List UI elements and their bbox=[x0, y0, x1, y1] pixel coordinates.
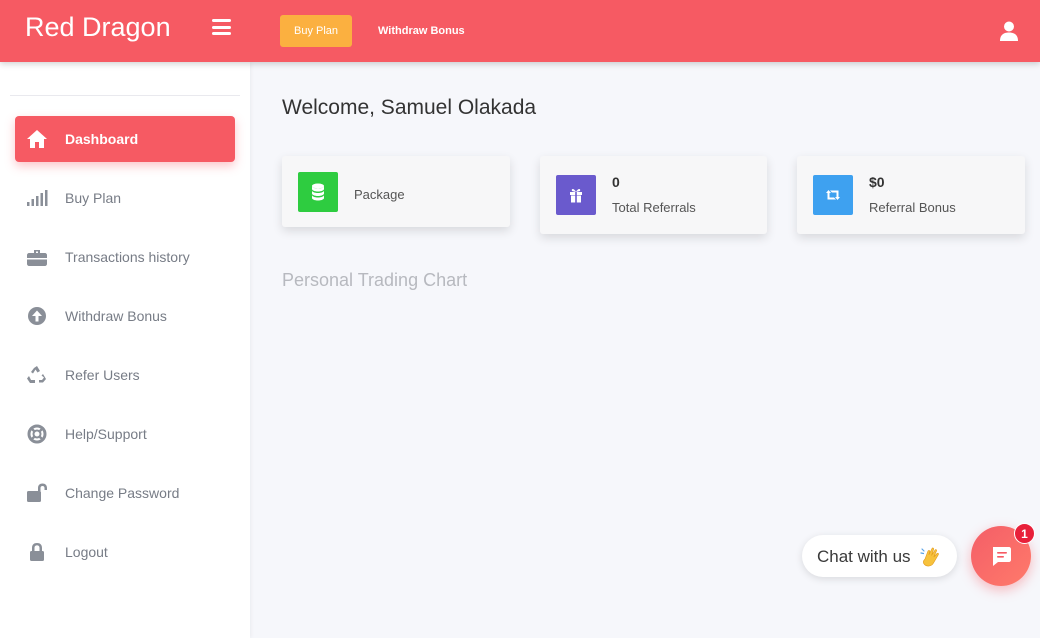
sidebar-divider bbox=[10, 95, 240, 96]
referral-bonus-value: $0 bbox=[869, 174, 885, 190]
coins-icon bbox=[312, 183, 324, 201]
sidebar-item-change-password[interactable]: Change Password bbox=[15, 470, 235, 516]
retweet-icon bbox=[826, 190, 840, 200]
sidebar-item-withdraw-bonus[interactable]: Withdraw Bonus bbox=[15, 293, 235, 339]
sidebar-item-dashboard[interactable]: Dashboard bbox=[15, 116, 235, 162]
user-icon[interactable] bbox=[998, 20, 1020, 42]
chart-section-title: Personal Trading Chart bbox=[282, 270, 468, 290]
brand-logo[interactable]: Red Dragon bbox=[25, 12, 171, 43]
page-title: Welcome, Samuel Olakada bbox=[282, 96, 537, 119]
chat-prompt-text: Chat with us bbox=[817, 547, 911, 566]
top-navbar: Red Dragon Buy Plan Withdraw Bonus bbox=[0, 0, 1040, 62]
sidebar-item-label: Withdraw Bonus bbox=[65, 308, 167, 324]
referral-bonus-caption: Referral Bonus bbox=[869, 200, 956, 215]
sidebar-item-transactions-history[interactable]: Transactions history bbox=[15, 234, 235, 280]
package-card: Package bbox=[282, 156, 510, 227]
sidebar-item-label: Logout bbox=[65, 544, 108, 560]
total-referrals-card: 0 Total Referrals bbox=[540, 156, 767, 234]
signal-bars-icon bbox=[27, 190, 48, 206]
menu-toggle-icon[interactable] bbox=[212, 19, 234, 39]
sidebar-item-label: Buy Plan bbox=[65, 190, 122, 206]
referral-bonus-icon-box bbox=[813, 175, 853, 215]
buy-plan-button[interactable]: Buy Plan bbox=[280, 15, 352, 47]
sidebar: Dashboard Buy Plan Transactions history … bbox=[0, 62, 250, 638]
life-ring-icon bbox=[27, 424, 47, 444]
sidebar-item-label: Transactions history bbox=[65, 249, 190, 265]
home-icon bbox=[27, 130, 47, 148]
unread-badge: 1 bbox=[1014, 523, 1035, 544]
unlock-icon bbox=[27, 483, 47, 502]
recycle-icon bbox=[27, 366, 46, 383]
referral-bonus-card: $0 Referral Bonus bbox=[797, 156, 1025, 234]
sidebar-item-label: Refer Users bbox=[65, 367, 140, 383]
package-icon-box bbox=[298, 172, 338, 212]
sidebar-item-logout[interactable]: Logout bbox=[15, 529, 235, 575]
sidebar-item-label: Help/Support bbox=[65, 426, 147, 442]
sidebar-item-label: Dashboard bbox=[65, 131, 139, 147]
arrow-up-circle-icon bbox=[28, 307, 46, 325]
waving-hand-icon bbox=[920, 547, 939, 567]
total-referrals-value: 0 bbox=[612, 174, 620, 190]
withdraw-bonus-button[interactable]: Withdraw Bonus bbox=[370, 15, 473, 47]
gift-icon bbox=[570, 189, 582, 203]
sidebar-item-buy-plan[interactable]: Buy Plan bbox=[15, 175, 235, 221]
total-referrals-caption: Total Referrals bbox=[612, 200, 696, 215]
referrals-icon-box bbox=[556, 175, 596, 215]
chat-prompt-bubble[interactable]: Chat with us bbox=[802, 535, 957, 577]
sidebar-item-refer-users[interactable]: Refer Users bbox=[15, 352, 235, 398]
sidebar-item-help-support[interactable]: Help/Support bbox=[15, 411, 235, 457]
lock-icon bbox=[30, 543, 44, 561]
package-caption: Package bbox=[354, 187, 405, 202]
sidebar-item-label: Change Password bbox=[65, 485, 180, 501]
briefcase-icon bbox=[27, 250, 47, 266]
chat-icon bbox=[993, 547, 1011, 566]
